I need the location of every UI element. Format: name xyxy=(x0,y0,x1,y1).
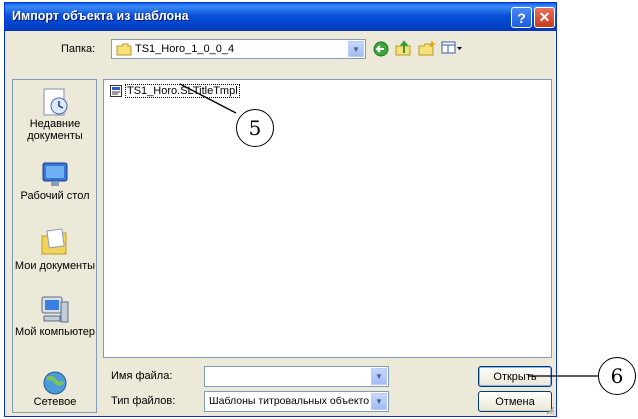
callout-6: 6 xyxy=(598,357,636,395)
callout-5: 5 xyxy=(236,109,274,147)
callout-lines xyxy=(179,83,598,377)
callout-6-label: 6 xyxy=(610,364,624,388)
callout-5-label: 5 xyxy=(248,116,262,140)
